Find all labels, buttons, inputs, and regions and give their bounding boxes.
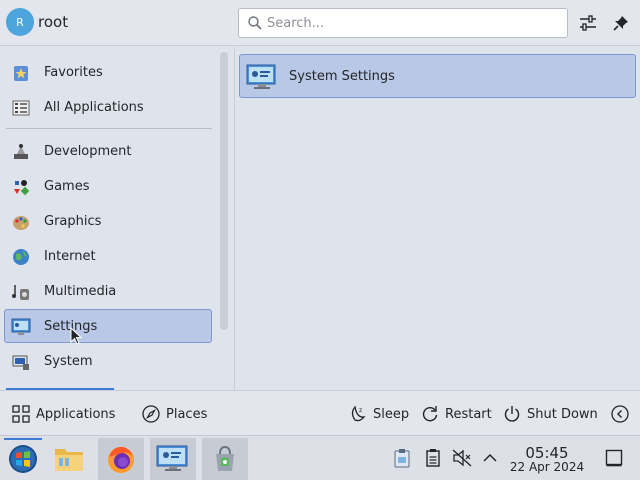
places-tab[interactable]: Places xyxy=(142,403,207,425)
grid-icon xyxy=(12,405,30,423)
taskbar-file-manager[interactable] xyxy=(46,438,92,480)
category-label: Internet xyxy=(44,249,96,264)
active-indicator xyxy=(4,438,42,440)
show-desktop-button[interactable] xyxy=(604,448,624,468)
shutdown-label: Shut Down xyxy=(527,406,598,422)
category-multimedia[interactable]: Multimedia xyxy=(4,274,212,308)
category-separator xyxy=(6,128,212,129)
category-label: All Applications xyxy=(44,100,144,115)
mouse-cursor-icon xyxy=(70,327,82,345)
configure-button[interactable] xyxy=(576,11,600,35)
compass-icon xyxy=(142,405,160,423)
tray-notes[interactable] xyxy=(423,448,443,468)
search-box[interactable] xyxy=(238,8,568,38)
username: root xyxy=(38,13,69,31)
category-scrollbar[interactable] xyxy=(220,52,228,330)
taskbar-discover[interactable] xyxy=(202,438,248,480)
tray-volume-muted[interactable] xyxy=(452,448,472,468)
settings-icon xyxy=(11,318,31,335)
file-manager-icon xyxy=(55,449,83,471)
pin-button[interactable] xyxy=(609,11,633,35)
category-label: Development xyxy=(44,144,132,159)
favorites-icon xyxy=(14,66,28,81)
category-settings[interactable]: Settings xyxy=(4,309,212,343)
show-desktop-icon xyxy=(605,449,623,467)
category-games[interactable]: Games xyxy=(4,169,212,203)
taskbar: 05:45 22 Apr 2024 xyxy=(0,435,640,480)
category-all-applications[interactable]: All Applications xyxy=(4,90,212,124)
tray-clipboard[interactable] xyxy=(392,448,412,468)
start-menu-button[interactable] xyxy=(0,438,46,480)
graphics-icon xyxy=(13,216,29,230)
result-system-settings[interactable]: System Settings xyxy=(239,54,636,98)
sliders-icon xyxy=(580,15,596,31)
chevron-up-icon xyxy=(483,453,497,462)
search-icon xyxy=(248,16,262,30)
multimedia-icon xyxy=(12,285,29,300)
sleep-icon: z xyxy=(351,405,366,422)
leave-menu-button[interactable] xyxy=(611,403,635,425)
sleep-button[interactable]: z Sleep xyxy=(349,403,409,425)
user-avatar[interactable]: R xyxy=(6,8,34,36)
all-applications-icon xyxy=(12,100,30,116)
category-list: Favorites All Applications Development G… xyxy=(0,47,216,390)
applications-tab[interactable]: Applications xyxy=(12,403,115,425)
system-settings-icon xyxy=(156,445,188,471)
result-label: System Settings xyxy=(289,69,395,84)
tray-expand[interactable] xyxy=(480,448,500,468)
taskbar-system-settings[interactable] xyxy=(150,438,196,480)
chevron-left-icon xyxy=(611,405,629,423)
launcher-header: R root xyxy=(0,0,640,46)
taskbar-firefox[interactable] xyxy=(98,438,144,480)
notes-icon xyxy=(426,449,440,467)
discover-icon xyxy=(216,445,234,471)
clock-date[interactable]: 22 Apr 2024 xyxy=(505,460,589,474)
category-internet[interactable]: Internet xyxy=(4,239,212,273)
shutdown-button[interactable]: Shut Down xyxy=(503,403,598,425)
svg-text:z: z xyxy=(359,407,362,414)
places-label: Places xyxy=(166,406,208,422)
restart-label: Restart xyxy=(445,406,492,422)
applications-label: Applications xyxy=(36,406,116,422)
application-launcher: R root Search... Favorites All Applicati… xyxy=(0,0,640,435)
system-icon xyxy=(12,355,29,370)
pin-icon xyxy=(613,16,628,31)
firefox-icon xyxy=(108,446,134,473)
category-graphics[interactable]: Graphics xyxy=(4,204,212,238)
category-label: Multimedia xyxy=(44,284,117,299)
category-label: System xyxy=(44,354,93,369)
internet-icon xyxy=(13,249,29,265)
clipboard-icon xyxy=(394,449,410,468)
power-icon xyxy=(504,406,520,422)
system-settings-icon xyxy=(246,64,276,89)
launcher-footer: Applications Places z Sleep Restart Shut… xyxy=(0,390,640,435)
games-icon xyxy=(14,180,30,196)
search-input[interactable] xyxy=(267,13,557,33)
category-favorites[interactable]: Favorites xyxy=(4,55,212,89)
category-label: Games xyxy=(44,179,90,194)
pane-divider xyxy=(234,47,235,390)
category-label: Graphics xyxy=(44,214,102,229)
volume-muted-icon xyxy=(452,449,472,467)
category-label: Favorites xyxy=(44,65,103,80)
category-development[interactable]: Development xyxy=(4,134,212,168)
restart-icon xyxy=(422,406,438,422)
category-system[interactable]: System xyxy=(4,344,212,378)
restart-button[interactable]: Restart xyxy=(421,403,492,425)
development-icon xyxy=(14,144,28,159)
start-menu-icon xyxy=(9,445,37,473)
sleep-label: Sleep xyxy=(373,406,410,422)
